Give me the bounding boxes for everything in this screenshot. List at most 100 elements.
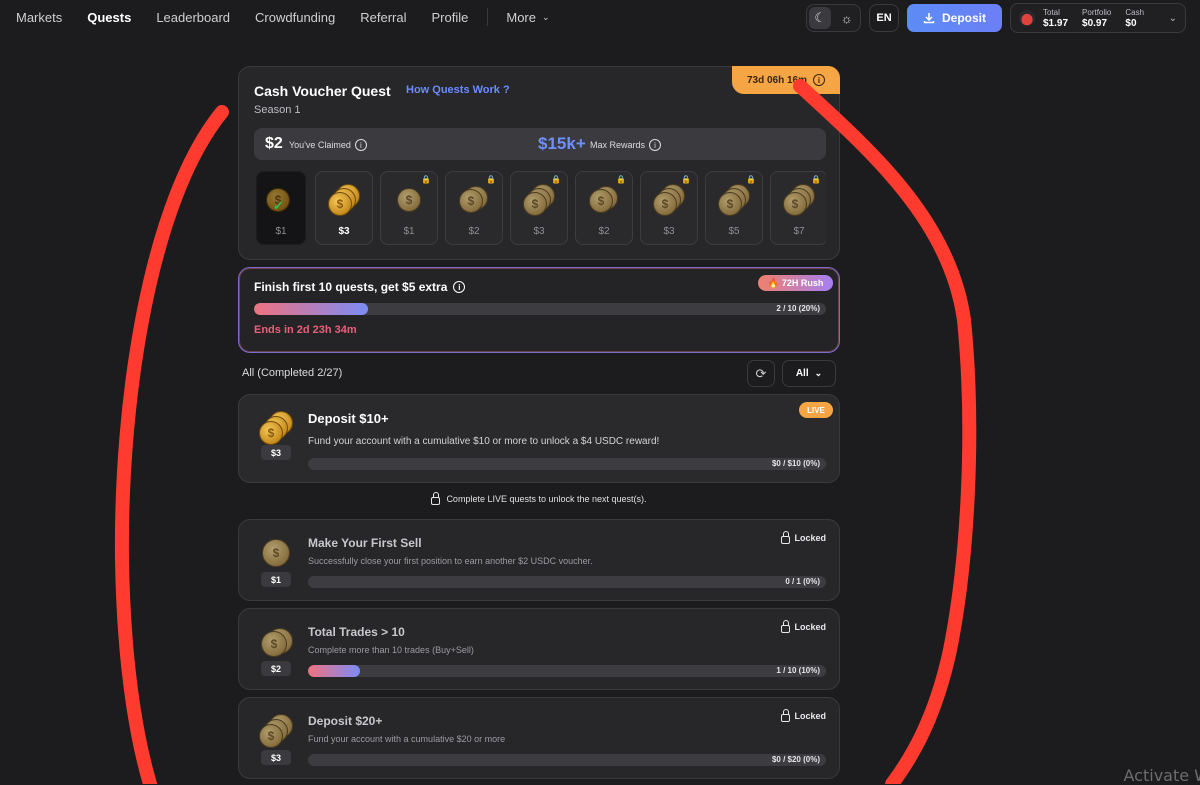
nav-referral[interactable]: Referral: [360, 10, 406, 25]
info-icon[interactable]: i: [649, 139, 662, 151]
info-icon[interactable]: i: [354, 139, 367, 151]
reward-tile-locked[interactable]: 🔒 $ $3: [510, 171, 568, 245]
quest-overview-card: Cash Voucher Quest How Quests Work ? Sea…: [238, 66, 840, 260]
quest-description: Fund your account with a cumulative $20 …: [308, 734, 506, 744]
lock-icon: 🔒: [486, 175, 496, 184]
reward-tile-locked[interactable]: 🔒 $ $5: [705, 171, 763, 245]
coin-stack-icon: $: [783, 184, 817, 216]
lock-icon: [781, 620, 791, 633]
deposit-label: Deposit: [941, 11, 986, 25]
header-tools: ☾ ☼ EN Deposit Total $1.97 Portfolio $0.…: [806, 3, 1186, 33]
lock-icon: [781, 709, 791, 722]
locked-badge: Locked: [781, 531, 826, 544]
quest-title: Deposit $10+: [308, 411, 389, 426]
reward-value: $7: [793, 226, 805, 237]
rush-progress-bar: 2 / 10 (20%): [254, 303, 826, 315]
quest-progress-bar: $0 / $10 (0%): [308, 458, 826, 470]
live-badge: LIVE: [799, 402, 833, 418]
quest-progress-bar: 0 / 1 (0%): [308, 576, 826, 588]
account-summary[interactable]: Total $1.97 Portfolio $0.97 Cash $0 ⌄: [1010, 3, 1186, 33]
max-rewards-label: Max Rewards: [590, 140, 646, 150]
rush-progress-fill: [254, 303, 369, 315]
theme-toggle[interactable]: ☾ ☼: [806, 4, 861, 32]
quest-card-locked[interactable]: $ $1 Make Your First Sell Successfully c…: [238, 519, 840, 601]
nav-quests[interactable]: Quests: [87, 10, 131, 25]
reward-value: $5: [728, 226, 740, 237]
lock-icon: 🔒: [681, 175, 691, 184]
reward-tile-locked[interactable]: 🔒 $ $2: [575, 171, 633, 245]
nav-more-dropdown[interactable]: More ⌄: [506, 10, 549, 25]
coin-stack-icon: $: [718, 184, 752, 216]
lock-icon: 🔒: [421, 175, 431, 184]
check-icon: ✓: [273, 198, 284, 213]
rush-progress-text: 2 / 10 (20%): [776, 304, 820, 313]
quest-card-live[interactable]: $ $3 Deposit $10+ Fund your account with…: [238, 394, 840, 483]
locked-badge: Locked: [781, 620, 826, 633]
max-rewards-amount: $15k+: [538, 134, 586, 153]
account-total: Total $1.97: [1043, 7, 1068, 29]
completed-count-label: All (Completed 2/27): [242, 367, 343, 379]
quest-reward-badge: $2: [261, 661, 291, 676]
nav-divider: [487, 8, 489, 26]
quest-card-locked[interactable]: $ $2 Total Trades > 10 Complete more tha…: [238, 608, 840, 690]
quest-card-locked[interactable]: $ $3 Deposit $20+ Fund your account with…: [238, 697, 840, 779]
nav-profile[interactable]: Profile: [432, 10, 469, 25]
quest-filter-select[interactable]: All ⌄: [782, 360, 836, 387]
lock-icon: 🔒: [551, 175, 561, 184]
quest-progress-text: $0 / $20 (0%): [771, 755, 820, 764]
total-value: $1.97: [1043, 18, 1069, 29]
quest-reward-badge: $3: [261, 445, 291, 460]
how-quests-work-link[interactable]: How Quests Work ?: [406, 84, 510, 96]
coin-pair-icon: $: [458, 184, 492, 216]
rush-countdown: Ends in 2d 23h 34m: [254, 324, 357, 336]
coin-stack-icon: $: [259, 714, 293, 748]
quest-description: Successfully close your first position t…: [308, 556, 593, 566]
moon-icon[interactable]: ☾: [809, 7, 832, 29]
locked-label: Locked: [794, 711, 826, 721]
reward-tile-locked[interactable]: 🔒 $ $3: [640, 171, 698, 245]
coin-pair-icon: $: [588, 184, 622, 216]
reward-value: $3: [663, 226, 675, 237]
info-icon[interactable]: i: [453, 281, 466, 293]
reward-tile-locked[interactable]: 🔒 $ $7: [770, 171, 826, 245]
reward-tile-locked[interactable]: 🔒 $ $2: [445, 171, 503, 245]
portfolio-label: Portfolio: [1082, 8, 1112, 17]
quest-description: Complete more than 10 trades (Buy+Sell): [308, 645, 474, 655]
rush-badge-label: 72H Rush: [781, 278, 824, 288]
locked-label: Locked: [794, 533, 826, 543]
rush-title: Finish first 10 quests, get $5 extra: [254, 280, 448, 294]
reward-tile[interactable]: $ $3: [315, 171, 373, 245]
reward-value: $3: [338, 226, 350, 237]
rush-title-group: Finish first 10 quests, get $5 extra i: [254, 280, 466, 294]
quest-reward-badge: $3: [261, 750, 291, 765]
sun-icon[interactable]: ☼: [836, 7, 858, 29]
coin-stack-icon: $: [259, 411, 293, 445]
nav-markets[interactable]: Markets: [16, 10, 62, 25]
reward-tile-locked[interactable]: 🔒 $ $1: [380, 171, 438, 245]
refresh-button[interactable]: ⟳: [747, 360, 775, 387]
top-navbar: Markets Quests Leaderboard Crowdfunding …: [0, 0, 1200, 34]
chevron-down-icon: ⌄: [814, 368, 823, 378]
timer-text: 73d 06h 16m: [746, 74, 808, 86]
fire-icon: 🔥: [767, 277, 779, 288]
download-icon: [923, 13, 935, 24]
quest-progress-fill: [308, 665, 360, 677]
quest-title: Make Your First Sell: [308, 536, 422, 550]
reward-value: $2: [598, 226, 610, 237]
nav-crowdfunding[interactable]: Crowdfunding: [255, 10, 335, 25]
language-button[interactable]: EN: [869, 4, 899, 32]
reward-value: $1: [275, 226, 287, 237]
season-timer: 73d 06h 16m i: [732, 66, 840, 94]
season-label: Season 1: [254, 104, 301, 116]
rush-badge: 🔥 72H Rush: [758, 275, 833, 291]
deposit-button[interactable]: Deposit: [907, 4, 1002, 32]
quest-title: Deposit $20+: [308, 714, 383, 728]
cash-value: $0: [1125, 18, 1137, 29]
nav-leaderboard[interactable]: Leaderboard: [156, 10, 230, 25]
info-icon[interactable]: i: [813, 74, 826, 86]
account-cash: Cash $0: [1125, 7, 1144, 29]
reward-value: $3: [533, 226, 545, 237]
reward-tile-claimed[interactable]: $ ✓ $1: [256, 171, 306, 245]
reward-value: $2: [468, 226, 480, 237]
coin-icon: $: [259, 536, 293, 570]
